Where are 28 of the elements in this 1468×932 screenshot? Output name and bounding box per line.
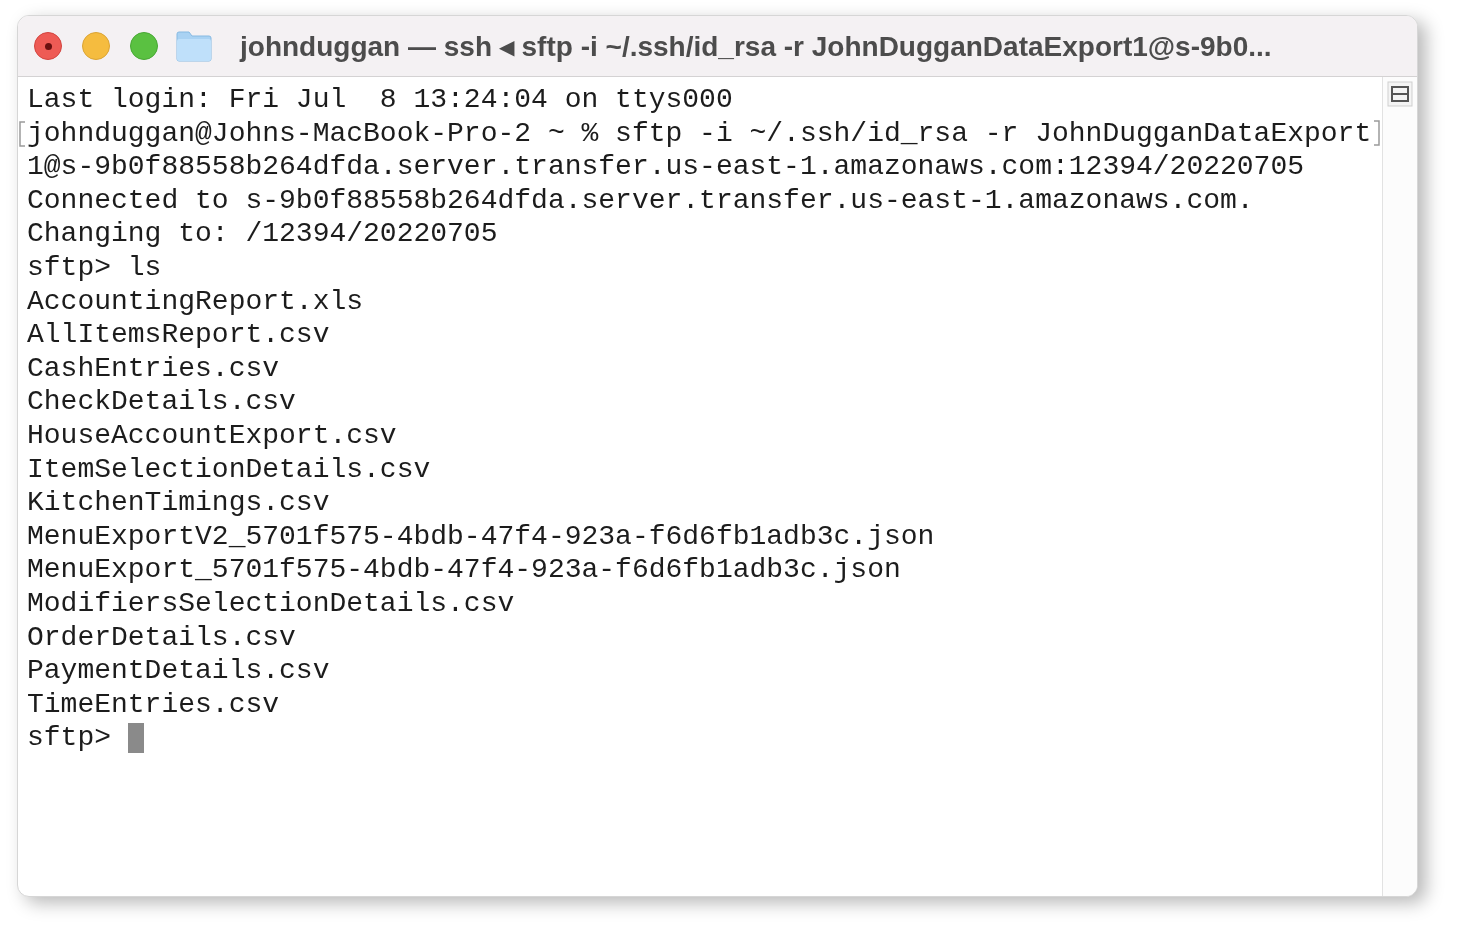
output-line: 1@s-9b0f88558b264dfda.server.transfer.us-east-1.amazonaws.com:12394/20220705: [27, 150, 1304, 184]
output-line: ItemSelectionDetails.csv: [27, 452, 431, 487]
folder-icon: [176, 30, 212, 62]
window-title: johnduggan — ssh ◂ sftp -i ~/.ssh/id_rsa -r JohnDugganDataExport1@s-9b0...: [240, 29, 1272, 63]
output-line: TimeEntries.csv: [27, 687, 280, 722]
mark-bracket-icon: [18, 120, 26, 147]
output-line: CheckDetails.csv: [27, 385, 296, 419]
output-line: AllItemsReport.csv: [27, 318, 330, 352]
split-pane-icon: [1387, 81, 1413, 107]
output-line: MenuExportV2_5701f575-4bdb-47f4-923a-f6d6fb1adb3c.json: [27, 519, 935, 554]
output-line: sftp> ls: [27, 250, 162, 285]
output-line: ModifiersSelectionDetails.csv: [27, 586, 515, 621]
output-line: HouseAccountExport.csv: [27, 418, 397, 453]
minimize-button[interactable]: [82, 32, 110, 60]
output-line: MenuExport_5701f575-4bdb-47f4-923a-f6d6fb1adb3c.json: [27, 553, 901, 587]
output-line: CashEntries.csv: [27, 351, 280, 386]
output-line: PaymentDetails.csv: [27, 654, 330, 688]
output-line: Changing to: /12394/20220705: [27, 217, 498, 251]
output-line: OrderDetails.csv: [27, 620, 296, 655]
output-line: Connected to s-9b0f88558b264dfda.server.transfer.us-east-1.amazonaws.com.: [27, 183, 1254, 218]
output-line: AccountingReport.xls: [27, 284, 364, 319]
output-line: KitchenTimings.csv: [27, 486, 330, 520]
zoom-button[interactable]: [130, 32, 158, 60]
output-line: johnduggan@Johns-MacBook-Pro-2 ~ % sftp -i ~/.ssh/id_rsa -r JohnDugganDataExport: [27, 116, 1372, 151]
close-button[interactable]: [34, 32, 62, 60]
prompt-text: sftp>: [27, 721, 111, 755]
mark-bracket-icon: [1373, 120, 1382, 147]
output-line: Last login: Fri Jul 8 13:24:04 on ttys000: [27, 83, 733, 117]
